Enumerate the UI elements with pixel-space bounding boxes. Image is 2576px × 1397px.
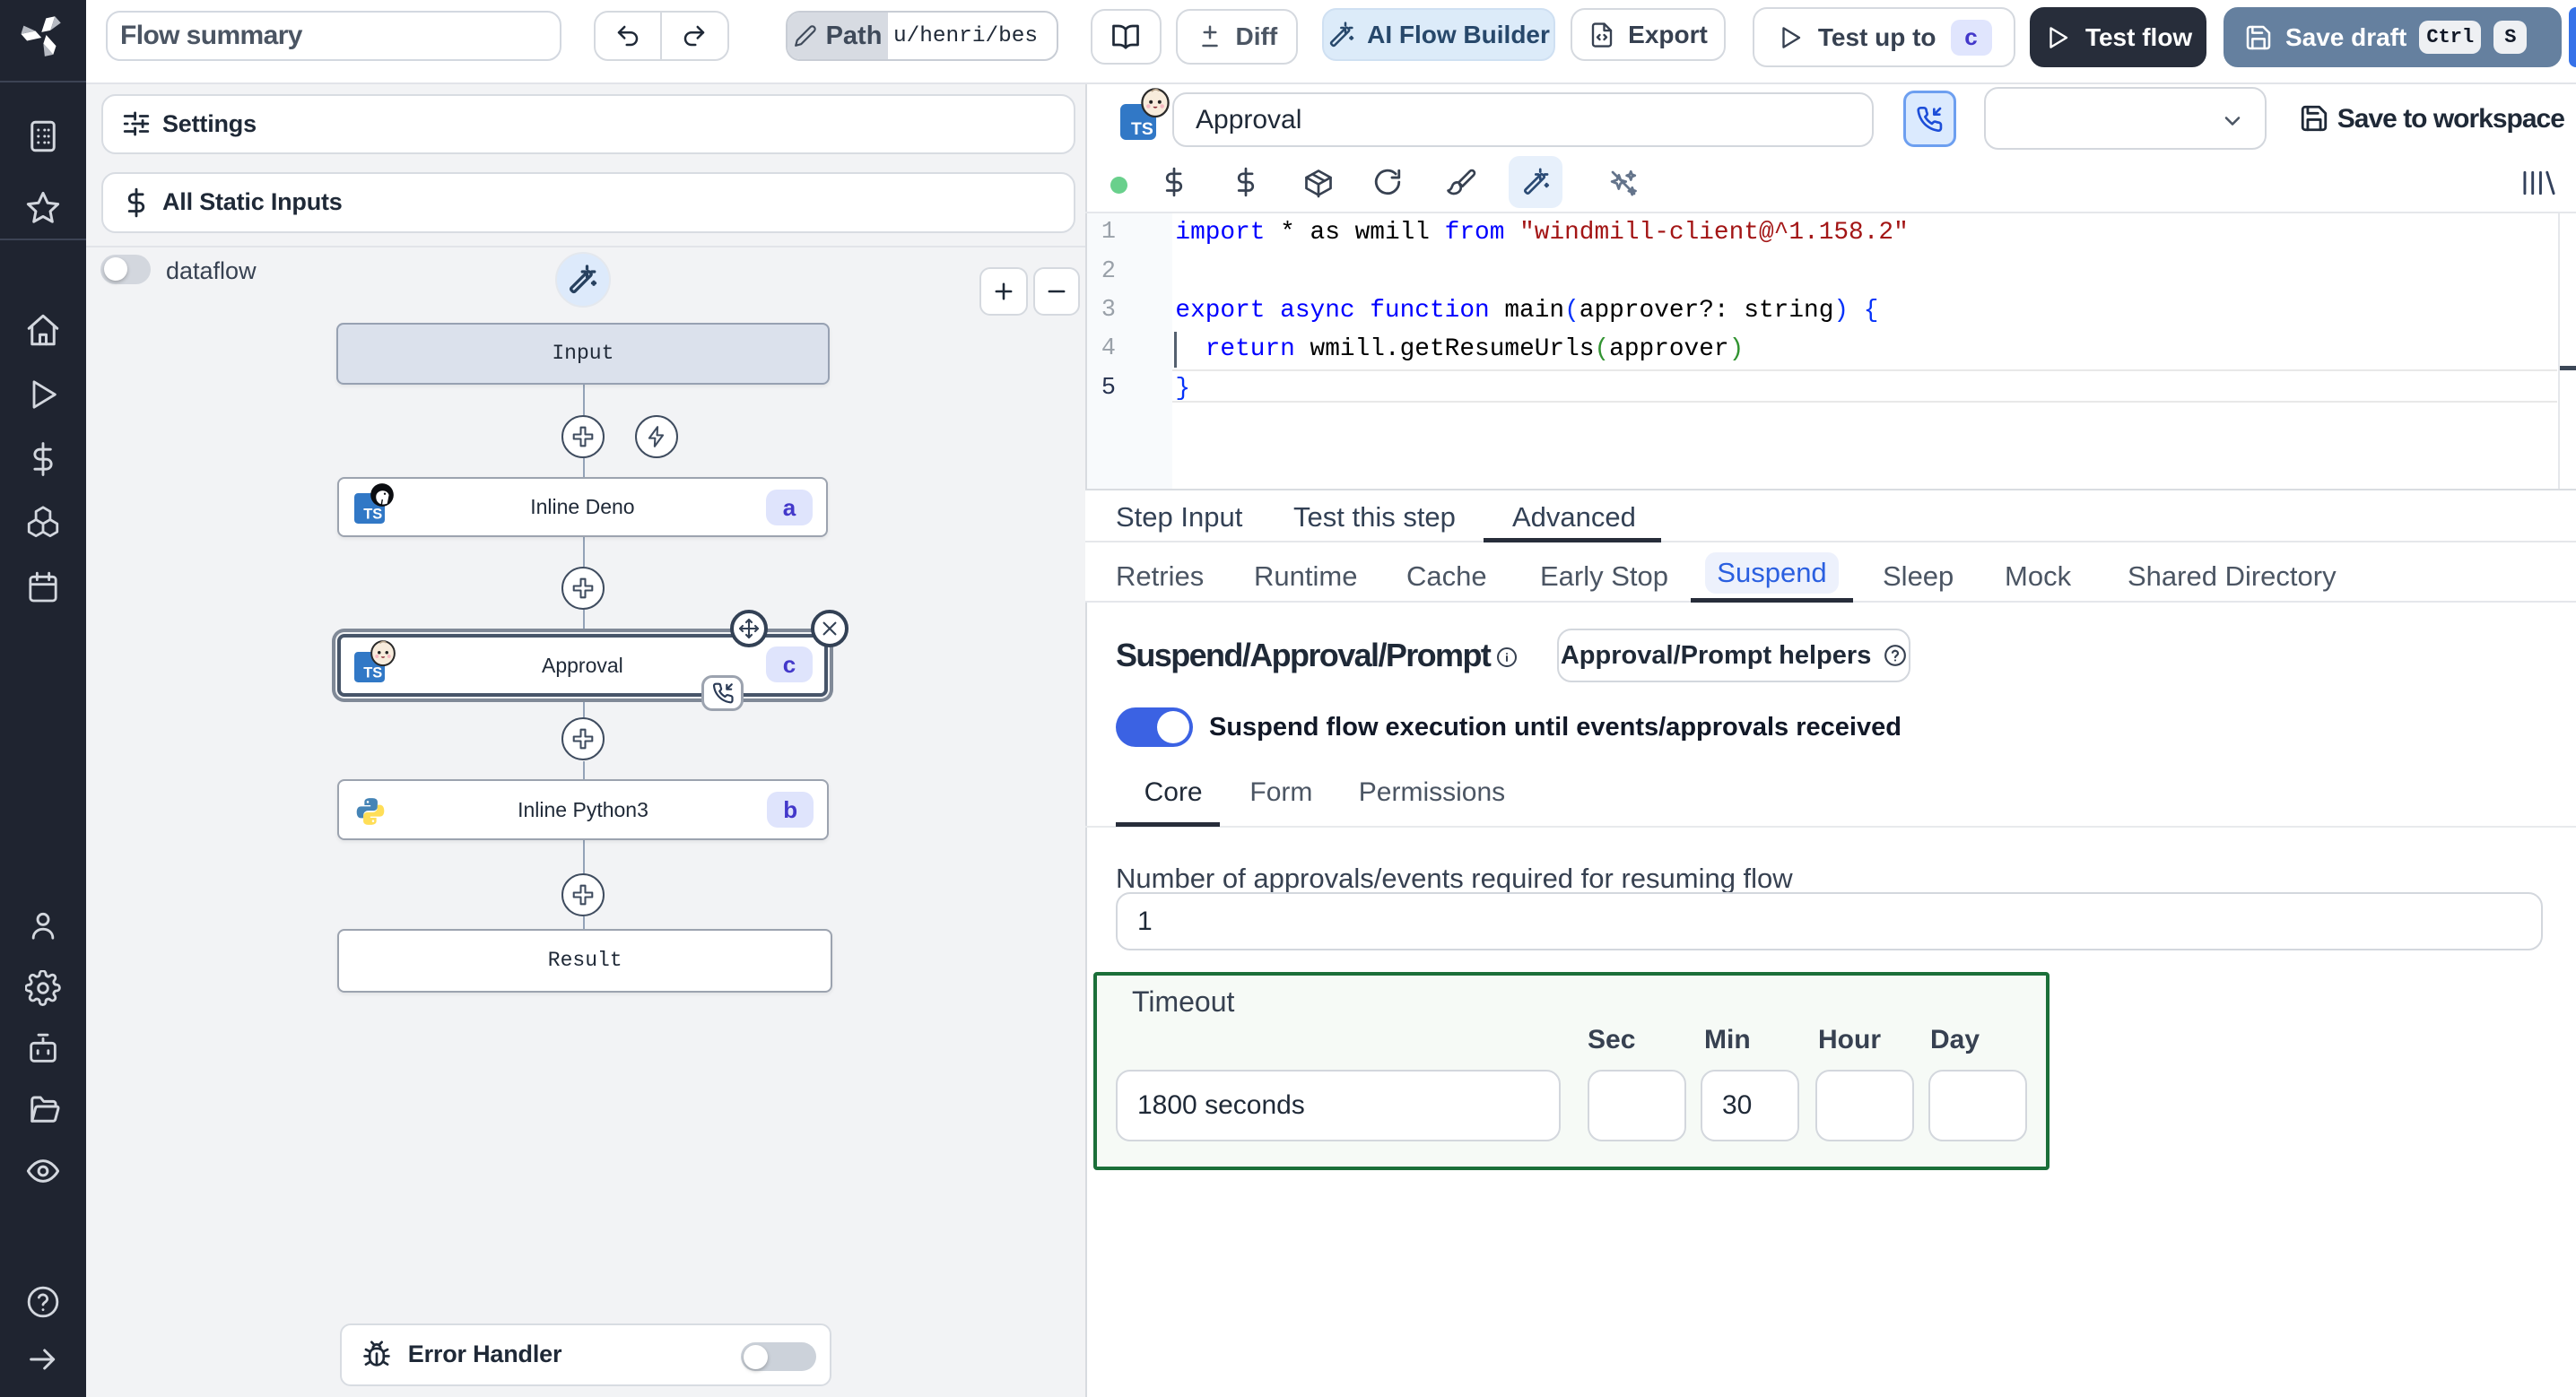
svg-text:TS: TS: [1131, 119, 1153, 139]
svg-text:TS: TS: [363, 665, 382, 681]
svg-text:TS: TS: [363, 507, 382, 523]
